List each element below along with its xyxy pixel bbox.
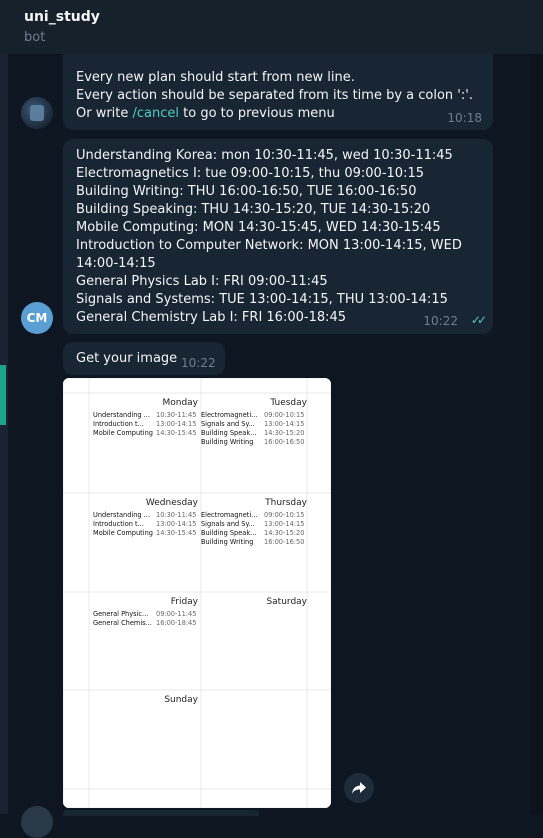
day-header-monday: Monday xyxy=(162,398,198,408)
plan-line: Electromagnetics I: tue 09:00-10:15, thu… xyxy=(76,166,424,181)
message-instructions[interactable]: Every new plan should start from new lin… xyxy=(63,54,493,130)
schedule-entry-time: 09:00-10:15 xyxy=(264,411,304,419)
schedule-entry-name: Electromagneti... xyxy=(201,411,257,419)
message-line: Or write /cancel to go to previous menu xyxy=(76,105,480,123)
cancel-prefix: Or write xyxy=(76,106,133,121)
chat-subtitle: bot xyxy=(24,30,46,45)
message-user-plan[interactable]: Understanding Korea: mon 10:30-11:45, we… xyxy=(63,139,493,334)
day-header-wednesday: Wednesday xyxy=(146,498,199,508)
day-header-tuesday: Tuesday xyxy=(269,398,307,408)
user-avatar[interactable]: CM xyxy=(21,302,53,334)
schedule-entry-time: 14:30-15:45 xyxy=(156,429,196,437)
day-header-friday: Friday xyxy=(171,597,199,607)
schedule-entry-name: Understanding ... xyxy=(93,511,150,519)
schedule-image[interactable]: Monday Understanding ... 10:30-11:45 Introd… xyxy=(63,378,331,808)
schedule-entry-time: 13:00-14:15 xyxy=(156,520,196,528)
plan-line: Signals and Systems: TUE 13:00-14:15, TH… xyxy=(76,292,448,307)
message-time: 10:18 xyxy=(447,111,482,125)
schedule-entry-name: General Physic... xyxy=(93,610,148,618)
schedule-entry-time: 13:00-14:15 xyxy=(156,420,196,428)
schedule-entry-time: 09:00-10:15 xyxy=(264,511,304,519)
next-message-bubble[interactable] xyxy=(63,810,259,816)
schedule-entry-time: 09:00-11:45 xyxy=(156,610,196,618)
schedule-entry-time: 14:30-15:20 xyxy=(264,429,304,437)
plan-line: Introduction to Computer Network: MON 13… xyxy=(76,238,462,253)
plan-line: General Physics Lab I: FRI 09:00-11:45 xyxy=(76,274,328,289)
schedule-entry-name: Understanding ... xyxy=(93,411,150,419)
left-panel-accent xyxy=(0,365,6,425)
cancel-suffix: to go to previous menu xyxy=(179,106,335,121)
chat-header[interactable]: uni_study bot xyxy=(0,0,543,55)
bot-avatar[interactable] xyxy=(21,806,53,838)
plan-line: General Chemistry Lab I: FRI 16:00-18:45 xyxy=(76,310,347,325)
plan-line: Building Writing: THU 16:00-16:50, TUE 1… xyxy=(76,184,417,199)
schedule-entry-name: Electromagneti... xyxy=(201,511,257,519)
schedule-entry-time: 14:30-15:45 xyxy=(156,529,196,537)
schedule-entry-name: Building Writing xyxy=(201,438,253,446)
schedule-entry-time: 13:00-14:15 xyxy=(264,520,304,528)
plan-line: 14:00-14:15 xyxy=(76,256,156,271)
schedule-entry-name: Building Speak... xyxy=(201,429,256,437)
message-text: Get your image xyxy=(76,351,178,366)
robot-icon xyxy=(30,105,44,121)
plan-line: Understanding Korea: mon 10:30-11:45, we… xyxy=(76,148,453,163)
plan-line: Building Speaking: THU 14:30-15:20, TUE … xyxy=(76,202,431,217)
day-header-thursday: Thursday xyxy=(264,498,308,508)
schedule-entry-name: Introduction t... xyxy=(93,520,144,528)
schedule-entry-time: 13:00-14:15 xyxy=(264,420,304,428)
share-button[interactable] xyxy=(344,773,374,803)
schedule-entry-name: Mobile Computing xyxy=(93,429,153,437)
schedule-entry-time: 10:30-11:45 xyxy=(156,411,196,419)
schedule-entry-name: Building Speak... xyxy=(201,529,256,537)
message-get-image[interactable]: Get your image 10:22 xyxy=(63,342,225,375)
double-check-icon: ✓✓ xyxy=(470,313,487,327)
schedule-entry-name: Mobile Computing xyxy=(93,529,153,537)
schedule-entry-name: Introduction t... xyxy=(93,420,144,428)
share-arrow-icon xyxy=(352,782,366,794)
message-line: Every action should be separated from it… xyxy=(76,88,473,103)
message-line: Every new plan should start from new lin… xyxy=(76,70,355,85)
left-panel-edge xyxy=(0,54,8,814)
schedule-grid: Monday Understanding ... 10:30-11:45 Introd… xyxy=(63,378,331,808)
schedule-entry-time: 16:00-16:50 xyxy=(264,538,304,546)
plan-line: Mobile Computing: MON 14:30-15:45, WED 1… xyxy=(76,220,441,235)
message-time: 10:22 xyxy=(423,314,458,328)
schedule-entry-time: 16:00-18:45 xyxy=(156,619,196,627)
scrollbar[interactable] xyxy=(531,54,543,814)
schedule-entry-time: 10:30-11:45 xyxy=(156,511,196,519)
day-header-saturday: Saturday xyxy=(266,597,307,607)
message-time: 10:22 xyxy=(181,356,216,370)
schedule-entry-name: General Chemis... xyxy=(93,619,152,627)
schedule-entry-time: 14:30-15:20 xyxy=(264,529,304,537)
schedule-entry-name: Signals and Sy... xyxy=(201,420,255,428)
schedule-entry-name: Signals and Sy... xyxy=(201,520,255,528)
schedule-entry-name: Building Writing xyxy=(201,538,253,546)
cancel-command-link[interactable]: /cancel xyxy=(133,106,180,121)
schedule-entry-time: 16:00-16:50 xyxy=(264,438,304,446)
day-header-sunday: Sunday xyxy=(164,695,198,705)
bot-avatar[interactable] xyxy=(21,97,53,129)
chat-title: uni_study xyxy=(24,9,100,25)
